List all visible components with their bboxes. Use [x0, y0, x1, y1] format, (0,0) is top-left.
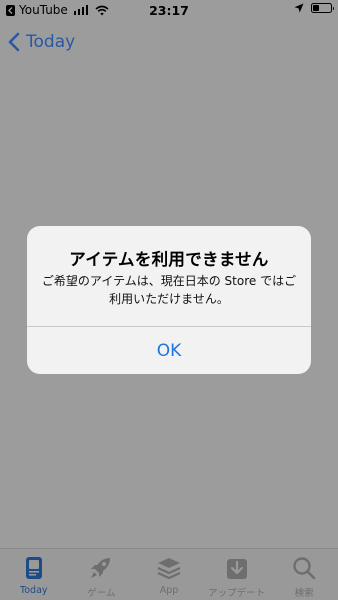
tab-label: アップデート	[208, 588, 266, 599]
tab-games[interactable]: ゲーム	[68, 549, 136, 600]
battery-level	[313, 5, 319, 11]
tab-search[interactable]: 検索	[270, 549, 338, 600]
chevron-left-icon	[8, 32, 20, 52]
location-arrow-icon	[294, 3, 304, 13]
tab-apps[interactable]: App	[135, 549, 203, 600]
update-download-icon	[226, 559, 247, 579]
tab-updates[interactable]: アップデート	[203, 549, 271, 600]
back-label: Today	[26, 32, 76, 52]
tab-today[interactable]: Today	[0, 549, 68, 600]
tab-label: 検索	[294, 588, 314, 599]
status-time: 23:17	[149, 3, 189, 18]
app-stack-icon	[157, 558, 181, 580]
search-icon	[293, 557, 316, 580]
alert-message: ご希望のアイテムは、現在日本の Store ではご利用いただけません。	[41, 274, 297, 306]
status-bar: YouTube 23:17	[0, 0, 338, 20]
tab-bar: Today ゲーム App アップデート 検索	[0, 548, 338, 600]
today-icon	[25, 557, 42, 579]
battery-icon	[311, 3, 334, 13]
tab-label: App	[159, 585, 179, 596]
tab-label: Today	[20, 585, 48, 596]
alert-dialog: アイテムを利用できません ご希望のアイテムは、現在日本の Store ではご利用…	[27, 226, 311, 374]
back-button[interactable]: Today	[8, 32, 75, 52]
ok-button[interactable]: OK	[27, 327, 311, 374]
alert-title: アイテムを利用できません	[69, 250, 269, 269]
rocket-icon	[91, 558, 111, 578]
tab-label: ゲーム	[87, 588, 116, 599]
